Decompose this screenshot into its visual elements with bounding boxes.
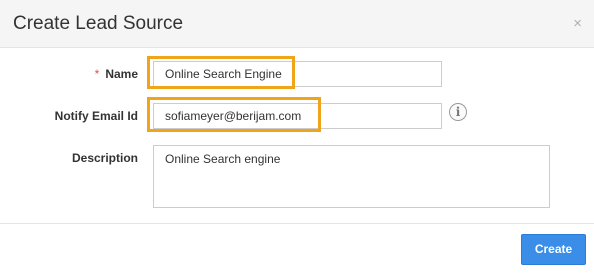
dialog-title: Create Lead Source	[13, 13, 184, 34]
footer-divider	[0, 223, 594, 224]
name-label-text: Name	[105, 67, 138, 81]
description-label: Description	[71, 151, 138, 165]
name-highlight	[147, 56, 295, 89]
dialog-header: Create Lead Source ×	[0, 0, 594, 48]
create-button[interactable]: Create	[521, 234, 586, 265]
notify-email-label: Notify Email Id	[54, 109, 138, 123]
description-textarea[interactable]: Online Search engine	[153, 145, 550, 208]
info-icon[interactable]: i	[449, 103, 467, 121]
close-icon[interactable]: ×	[573, 16, 582, 32]
name-label: * Name	[0, 67, 138, 81]
notify-email-highlight	[147, 97, 321, 132]
description-textarea-value: Online Search engine	[165, 152, 281, 166]
required-marker: *	[94, 67, 100, 81]
